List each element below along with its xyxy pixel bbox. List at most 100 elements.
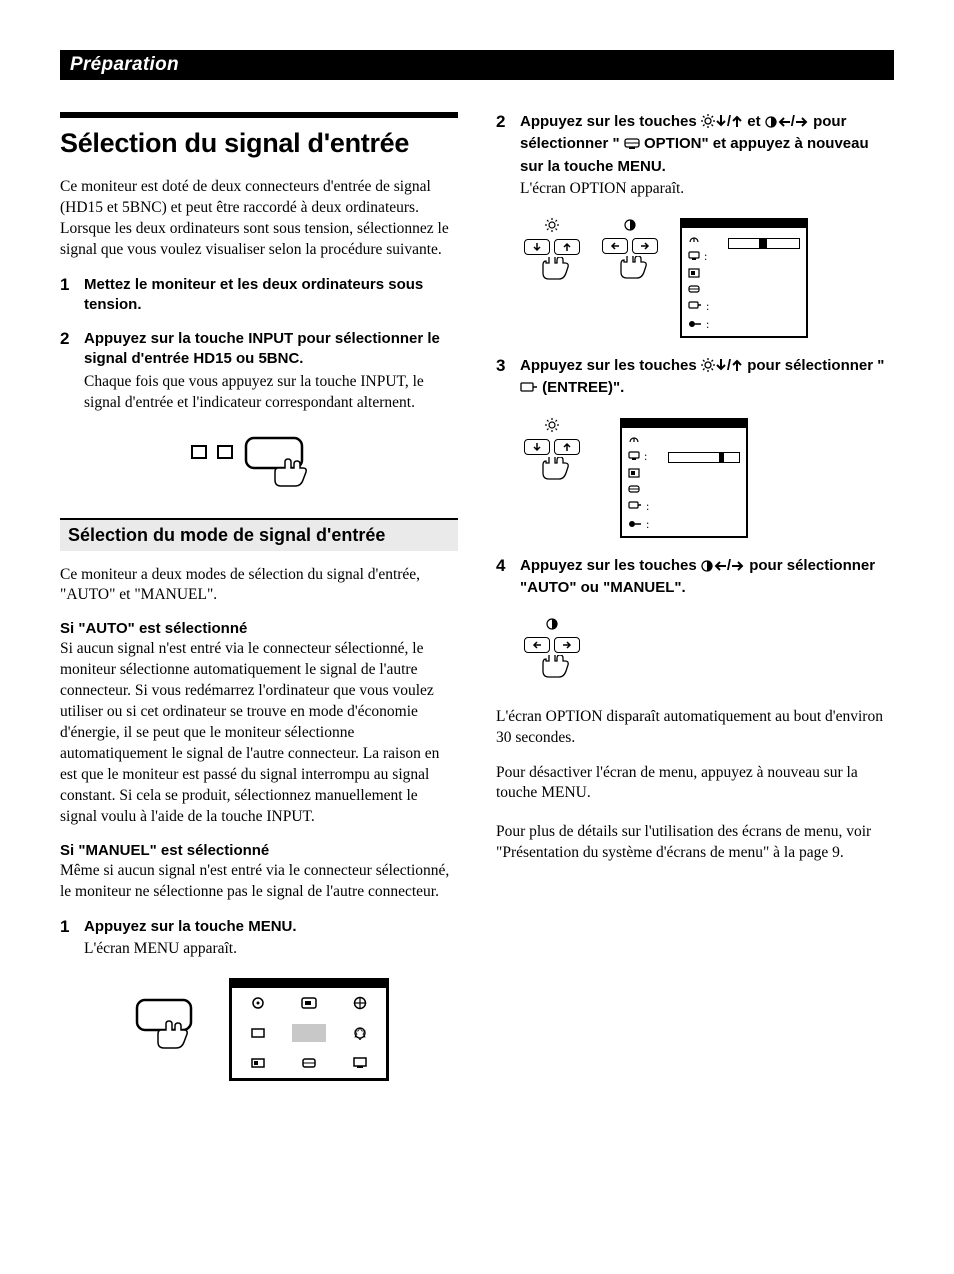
manuel-heading: Si "MANUEL" est sélectionné	[60, 842, 458, 859]
option-diagram-step2: : : :	[524, 218, 894, 338]
t: Appuyez sur les touches	[520, 357, 701, 374]
footer-text-3: Pour plus de détails sur l'utilisation d…	[496, 822, 894, 864]
option-row	[628, 434, 740, 444]
up-button	[554, 439, 580, 455]
auto-body: Si aucun signal n'est entré via le conne…	[60, 639, 458, 827]
option-row	[688, 284, 800, 294]
t: et	[747, 113, 765, 130]
list-item: 2 Appuyez sur la touche INPUT pour sélec…	[60, 329, 458, 413]
subsection-heading: Sélection du mode de signal d'entrée	[60, 518, 458, 551]
left-button	[524, 637, 550, 653]
brightness-icon	[701, 114, 715, 134]
step-text: Appuyez sur les touches / pour sélection…	[520, 556, 894, 599]
list-item: 1 Mettez le moniteur et les deux ordinat…	[60, 275, 458, 316]
option-row	[628, 468, 740, 478]
list-item: 4 Appuyez sur les touches / pour sélecti…	[496, 556, 894, 689]
arrow-right-icon	[795, 114, 809, 134]
t: pour sélectionner "	[747, 357, 884, 374]
brightness-icon	[545, 418, 559, 437]
option-row: :	[628, 518, 740, 530]
contrast-icon	[765, 114, 777, 134]
option-panel: : : :	[620, 418, 748, 538]
menu-grid-icon	[249, 1026, 267, 1040]
right-button	[632, 238, 658, 254]
step-text: Appuyez sur la touche MENU.	[84, 917, 458, 937]
arrow-up-icon	[731, 114, 743, 134]
arrow-right-icon	[731, 558, 745, 578]
hand-icon	[610, 256, 650, 290]
up-button	[554, 239, 580, 255]
procedure-list-left: 1 Mettez le moniteur et les deux ordinat…	[60, 275, 458, 414]
mode-intro: Ce moniteur a deux modes de sélection du…	[60, 565, 458, 607]
option-menu-icon	[624, 136, 640, 156]
hand-icon	[532, 655, 572, 689]
option-row: :	[688, 250, 800, 262]
menu-grid-icon	[292, 1024, 326, 1042]
brightness-icon	[701, 358, 715, 378]
menu-grid-icon	[351, 1056, 369, 1070]
option-diagram-step3: : : :	[524, 418, 894, 538]
arrow-left-icon	[777, 114, 791, 134]
menu-grid-panel	[229, 978, 389, 1081]
right-button	[554, 637, 580, 653]
down-button	[524, 439, 550, 455]
section-header-text: Préparation	[70, 54, 179, 75]
contrast-icon	[701, 558, 713, 578]
contrast-button-group	[602, 218, 658, 290]
step-number: 2	[60, 329, 69, 349]
option-value-bar	[728, 238, 800, 249]
step-body: L'écran MENU apparaît.	[84, 939, 458, 960]
contrast-diagram-step4	[524, 617, 894, 689]
input-button-diagram	[60, 432, 458, 494]
footer-text-1: L'écran OPTION disparaît automatiquement…	[496, 707, 894, 749]
option-row: :	[688, 318, 800, 330]
list-item: 2 Appuyez sur les touches / et	[496, 112, 894, 338]
two-column-layout: Sélection du signal d'entrée Ce moniteur…	[60, 112, 894, 1099]
arrow-down-icon	[715, 114, 727, 134]
step-number: 4	[496, 556, 505, 576]
intro-paragraph: Ce moniteur est doté de deux connecteurs…	[60, 177, 458, 261]
step-body: L'écran OPTION apparaît.	[520, 179, 894, 200]
step-number: 2	[496, 112, 505, 132]
auto-heading: Si "AUTO" est sélectionné	[60, 620, 458, 637]
step-text: Mettez le moniteur et les deux ordinateu…	[84, 275, 458, 316]
step-number: 1	[60, 275, 69, 295]
step-number: 3	[496, 356, 505, 376]
list-item: 3 Appuyez sur les touches / pour sélecti…	[496, 356, 894, 539]
footer-text-2: Pour désactiver l'écran de menu, appuyez…	[496, 763, 894, 805]
contrast-button-group	[524, 617, 580, 689]
section-header: Préparation	[60, 50, 894, 80]
step-text: Appuyez sur les touches / et /	[520, 112, 894, 177]
menu-screen-diagram	[60, 978, 458, 1081]
arrow-up-icon	[731, 358, 743, 378]
menu-button-svg	[129, 996, 199, 1066]
input-diagram-svg	[174, 432, 344, 494]
left-column: Sélection du signal d'entrée Ce moniteur…	[60, 112, 458, 1099]
contrast-icon	[546, 617, 558, 635]
step-text: Appuyez sur la touche INPUT pour sélecti…	[84, 329, 458, 370]
option-row: :	[628, 500, 740, 512]
brightness-icon	[545, 218, 559, 237]
contrast-icon	[624, 218, 636, 236]
t: (ENTREE)".	[542, 379, 624, 396]
menu-grid-icon	[300, 996, 318, 1010]
menu-grid-icon	[351, 996, 369, 1010]
option-row	[628, 484, 740, 494]
option-value-bar	[668, 452, 740, 463]
menu-button-graphic	[129, 996, 199, 1066]
page-title: Sélection du signal d'entrée	[60, 112, 458, 159]
brightness-button-group	[524, 418, 580, 491]
option-icon-list: : : :	[628, 434, 740, 530]
menu-grid-icon	[249, 1056, 267, 1070]
left-button	[602, 238, 628, 254]
t: Appuyez sur les touches	[520, 557, 701, 574]
menu-grid-icon	[351, 1026, 369, 1040]
right-column: 2 Appuyez sur les touches / et	[496, 112, 894, 1099]
hand-icon	[532, 257, 572, 291]
manuel-body: Même si aucun signal n'est entré via le …	[60, 861, 458, 903]
menu-grid-icon	[249, 996, 267, 1010]
menu-procedure-list: 1 Appuyez sur la touche MENU. L'écran ME…	[60, 917, 458, 960]
brightness-button-group	[524, 218, 580, 291]
step-body: Chaque fois que vous appuyez sur la touc…	[84, 372, 458, 414]
entree-icon	[520, 380, 538, 400]
